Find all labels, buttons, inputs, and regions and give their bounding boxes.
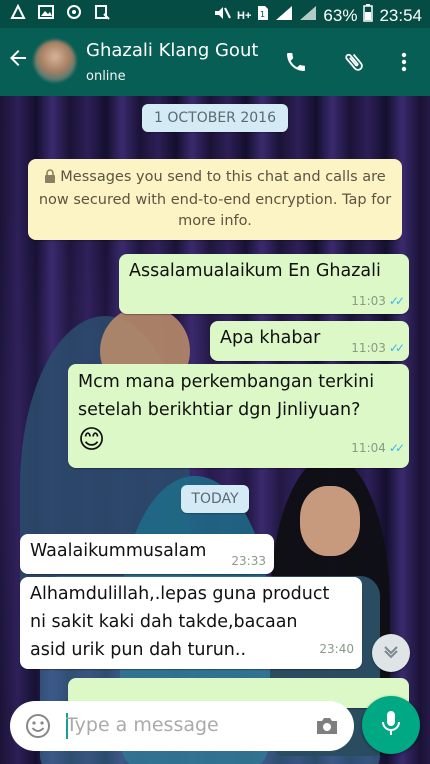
message-text: Waalaikummusalam: [30, 541, 207, 561]
smiley-emoji: 😊: [78, 425, 106, 455]
encryption-notice-text: Messages you send to this chat and calls…: [38, 169, 392, 229]
contact-name[interactable]: Ghazali Klang Gout: [86, 40, 258, 61]
read-ticks-icon: ✓✓: [388, 294, 405, 308]
message-meta: 23:40: [319, 635, 354, 663]
notification-icon: [10, 3, 26, 24]
message-time: 23:33: [231, 554, 266, 568]
camera-icon[interactable]: [314, 713, 340, 743]
chevron-down-icon: [381, 641, 401, 665]
voice-record-button[interactable]: [362, 696, 420, 754]
scroll-to-bottom-button[interactable]: [372, 634, 410, 672]
message-bubble-outgoing[interactable]: Assalamualaikum En Ghazali 11:03 ✓✓: [119, 254, 409, 314]
messenger-icon: [66, 4, 82, 24]
signal-icon: [275, 5, 293, 26]
microphone-icon: [379, 709, 403, 741]
system-status: H+ 1 63% 23:54: [213, 4, 422, 27]
screenshot-icon: [94, 4, 110, 24]
message-bubble-incoming[interactable]: Waalaikummusalam 23:33: [20, 534, 274, 574]
message-bubble-outgoing[interactable]: Mcm mana perkembangan terkini setelah be…: [68, 364, 409, 468]
svg-text:1: 1: [260, 10, 265, 19]
message-time: 23:40: [319, 642, 354, 656]
more-vert-icon[interactable]: [388, 46, 420, 78]
back-arrow-icon[interactable]: [6, 46, 30, 75]
message-time: 11:04: [351, 441, 386, 455]
message-meta: 11:03 ✓✓: [351, 294, 405, 308]
avatar[interactable]: [34, 40, 76, 82]
clock: 23:54: [379, 5, 422, 25]
message-text: Alhamdulillah,.lepas guna product ni sak…: [30, 584, 330, 660]
date-divider: 1 OCTOBER 2016: [142, 104, 288, 132]
signal-icon-2: [299, 5, 317, 26]
encryption-notice[interactable]: Messages you send to this chat and calls…: [28, 159, 402, 240]
message-bubble-outgoing[interactable]: Apa khabar 11:03 ✓✓: [210, 321, 409, 361]
message-text: Assalamualaikum En Ghazali: [129, 261, 381, 281]
message-time: 11:03: [351, 341, 386, 355]
status-bar: H+ 1 63% 23:54: [0, 0, 430, 28]
chat-header: Ghazali Klang Gout online: [0, 28, 430, 96]
read-ticks-icon: ✓✓: [388, 341, 405, 355]
phone-icon[interactable]: [280, 46, 312, 78]
message-input[interactable]: Type a message: [66, 714, 219, 736]
lock-icon: [44, 169, 56, 190]
message-text: Apa khabar: [220, 328, 321, 348]
presence-status: online: [86, 69, 126, 84]
wallpaper-figure-face: [300, 486, 360, 556]
message-composer: Type a message: [10, 701, 354, 751]
message-time: 11:03: [351, 294, 386, 308]
date-divider: TODAY: [181, 485, 249, 513]
message-bubble-incoming[interactable]: Alhamdulillah,.lepas guna product ni sak…: [20, 577, 362, 669]
message-meta: 23:33: [231, 554, 266, 568]
paperclip-icon[interactable]: [338, 46, 370, 78]
read-ticks-icon: ✓✓: [388, 441, 405, 455]
gallery-icon: [38, 4, 54, 24]
message-meta: 11:04 ✓✓: [351, 434, 405, 462]
network-type: H+: [237, 9, 252, 22]
mute-icon: [213, 5, 231, 26]
emoji-icon[interactable]: [24, 712, 52, 744]
message-text: Mcm mana perkembangan terkini setelah be…: [78, 372, 375, 420]
message-meta: 11:03 ✓✓: [351, 341, 405, 355]
battery-percent: 63%: [323, 5, 358, 25]
battery-icon: [363, 4, 374, 27]
sim-icon: 1: [257, 5, 269, 26]
notification-icons: [10, 3, 110, 24]
